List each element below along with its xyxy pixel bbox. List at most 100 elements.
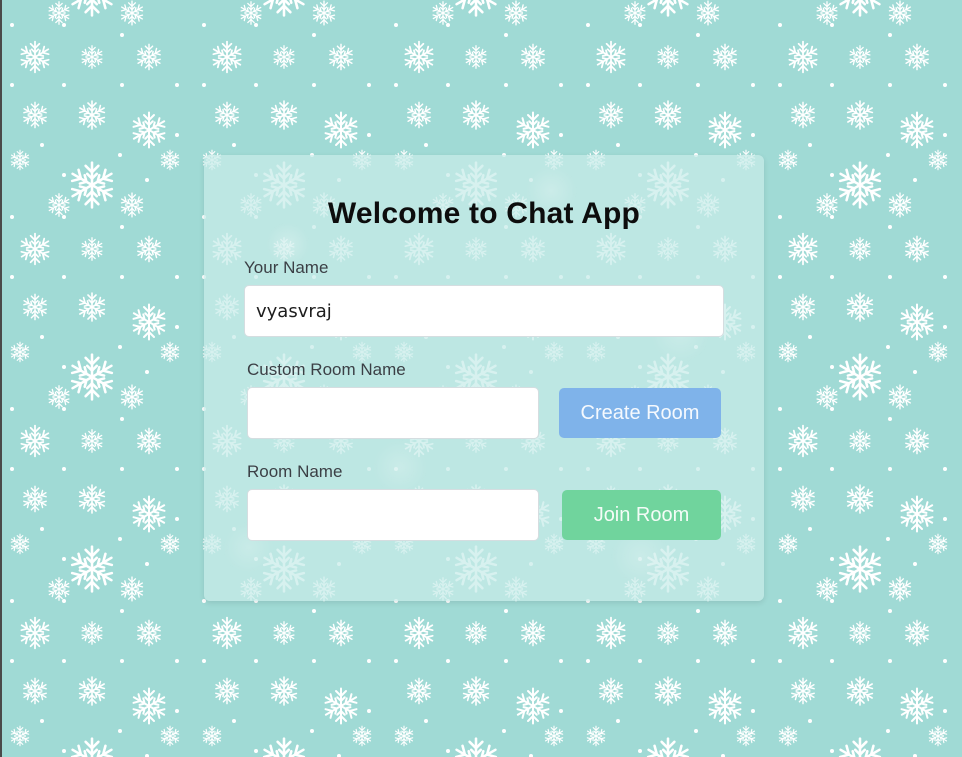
snowflake-icon (261, 0, 306, 15)
snowflake-icon (69, 547, 114, 592)
snowflake-icon (904, 620, 929, 645)
create-room-button[interactable]: Create Room (559, 388, 721, 438)
snowflake-icon (131, 113, 166, 148)
snow-dot (808, 527, 812, 531)
snowflake-icon (712, 44, 737, 69)
snow-dot (312, 83, 316, 87)
snowflake-icon (120, 577, 144, 601)
snowflake-icon (657, 622, 680, 644)
snow-dot (254, 83, 258, 87)
snow-dot (120, 33, 124, 37)
snowflake-icon (654, 101, 682, 129)
snow-dot (120, 275, 124, 279)
snow-dot (559, 83, 563, 87)
snowflake-icon (837, 547, 882, 592)
snowflake-icon (78, 677, 106, 705)
snowflake-icon (928, 534, 948, 554)
join-room-button[interactable]: Join Room (562, 490, 721, 540)
snow-dot (913, 370, 917, 374)
snow-dot (10, 83, 14, 87)
snowflake-icon (352, 726, 372, 746)
snow-dot (696, 33, 700, 37)
snow-dot (367, 83, 371, 87)
snow-dot (559, 133, 563, 137)
snow-dot (254, 659, 258, 663)
snow-dot (888, 33, 892, 37)
snowflake-icon (928, 150, 948, 170)
snow-dot (10, 407, 14, 411)
snowflake-icon (48, 194, 71, 216)
snow-dot (120, 83, 124, 87)
snowflake-icon (790, 678, 815, 703)
snow-dot (62, 23, 66, 27)
snow-dot (118, 153, 122, 157)
snowflake-icon (816, 2, 839, 24)
snowflake-icon (136, 428, 161, 453)
snow-dot (943, 659, 947, 663)
snow-dot (504, 659, 508, 663)
snowflake-icon (899, 113, 934, 148)
snow-dot (145, 562, 149, 566)
custom-room-name-input[interactable] (247, 387, 539, 439)
snowflake-icon (515, 113, 550, 148)
snowflake-icon (928, 726, 948, 746)
snowflake-icon (69, 355, 114, 400)
snow-dot (830, 83, 834, 87)
snowflake-icon (394, 726, 414, 746)
snow-dot (888, 225, 892, 229)
snow-dot (394, 23, 398, 27)
snow-dot (10, 215, 14, 219)
snow-dot (40, 335, 44, 339)
snow-dot (310, 729, 314, 733)
snow-dot (830, 215, 834, 219)
snowflake-icon (816, 194, 839, 216)
snowflake-icon (787, 42, 818, 73)
snowflake-icon (849, 622, 872, 644)
snowflake-icon (10, 342, 30, 362)
snow-dot (446, 23, 450, 27)
snowflake-icon (816, 386, 839, 408)
snowflake-icon (712, 620, 737, 645)
snowflake-icon (78, 101, 106, 129)
snow-dot (446, 659, 450, 663)
snow-dot (120, 659, 124, 663)
snow-dot (886, 537, 890, 541)
custom-room-name-label: Custom Room Name (247, 360, 406, 379)
snowflake-icon (261, 739, 306, 757)
snowflake-icon (328, 620, 353, 645)
snowflake-icon (904, 236, 929, 261)
snow-dot (502, 729, 506, 733)
your-name-input[interactable] (244, 285, 724, 337)
snow-dot (616, 143, 620, 147)
snowflake-icon (778, 534, 798, 554)
snowflake-icon (849, 238, 872, 260)
snowflake-icon (131, 689, 166, 724)
snow-dot (312, 659, 316, 663)
snowflake-icon (160, 534, 180, 554)
snowflake-icon (120, 193, 144, 217)
snow-dot (696, 609, 700, 613)
snow-dot (120, 225, 124, 229)
snowflake-icon (22, 678, 47, 703)
snow-dot (175, 83, 179, 87)
snowflake-icon (787, 618, 818, 649)
snowflake-icon (837, 355, 882, 400)
snowflake-icon (846, 101, 874, 129)
snowflake-icon (19, 426, 50, 457)
room-name-input[interactable] (247, 489, 539, 541)
snow-dot (778, 215, 782, 219)
snow-dot (808, 719, 812, 723)
snowflake-icon (837, 163, 882, 208)
snowflake-icon (520, 44, 545, 69)
snow-dot (943, 467, 947, 471)
snow-dot (778, 23, 782, 27)
snow-dot (120, 467, 124, 471)
snow-dot (62, 83, 66, 87)
snowflake-icon (136, 620, 161, 645)
snowflake-icon (19, 618, 50, 649)
snow-dot (175, 133, 179, 137)
snowflake-icon (120, 385, 144, 409)
snow-dot (10, 467, 14, 471)
snowflake-icon (453, 0, 498, 15)
your-name-label: Your Name (244, 258, 329, 277)
